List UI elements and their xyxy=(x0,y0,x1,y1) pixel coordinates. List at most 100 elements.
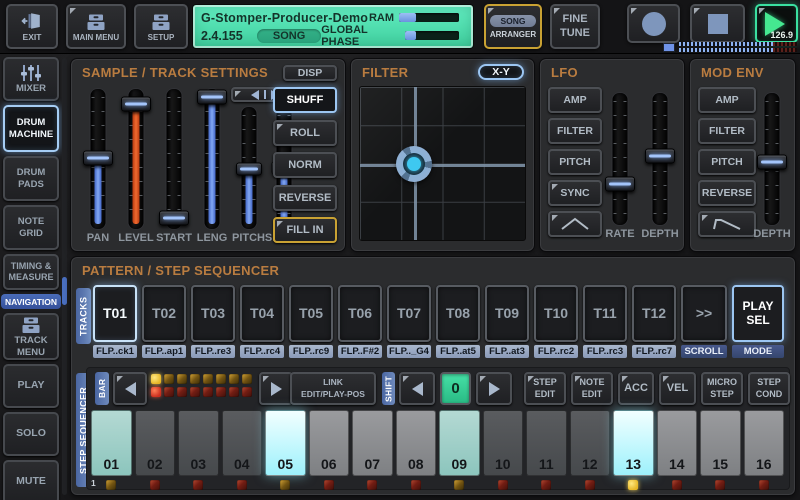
bar-led-flag[interactable] xyxy=(242,387,252,397)
sidebar-item-mute[interactable]: MUTE xyxy=(3,460,59,500)
shuff-button[interactable]: SHUFF xyxy=(273,87,337,113)
track-button-t08[interactable]: T08 xyxy=(436,285,480,342)
step-flag[interactable] xyxy=(367,480,377,490)
lfo-filter-button[interactable]: FILTER xyxy=(548,118,602,144)
step-flag[interactable] xyxy=(715,480,725,490)
step-14[interactable]: 14 xyxy=(657,410,698,476)
slider-handle[interactable] xyxy=(83,150,113,165)
slider-handle[interactable] xyxy=(197,90,227,105)
step-edit-button[interactable]: STEP EDIT xyxy=(524,372,566,405)
track-button-t05[interactable]: T05 xyxy=(289,285,333,342)
bar-led-flag[interactable] xyxy=(151,387,161,397)
step-cond-button[interactable]: STEP COND xyxy=(748,372,790,405)
bar-led-flag[interactable] xyxy=(190,374,200,384)
mod-env-pitch-button[interactable]: PITCH xyxy=(698,149,756,175)
step-13[interactable]: 13 xyxy=(613,410,654,476)
slider-start[interactable] xyxy=(155,89,193,229)
xy-cursor-puck[interactable] xyxy=(396,146,432,182)
bar-led-flag[interactable] xyxy=(151,374,161,384)
track-button-t10[interactable]: T10 xyxy=(534,285,578,342)
xy-mode-button[interactable]: X-Y xyxy=(478,64,524,80)
track-button-t09[interactable]: T09 xyxy=(485,285,529,342)
lfo-waveform-button[interactable] xyxy=(548,211,602,237)
play-sel-mode-button[interactable]: PLAYSEL xyxy=(732,285,784,342)
vel-button[interactable]: VEL xyxy=(659,372,696,405)
mod-env-filter-button[interactable]: FILTER xyxy=(698,118,756,144)
track-button-t02[interactable]: T02 xyxy=(142,285,186,342)
step-05[interactable]: 05 xyxy=(265,410,306,476)
slider-handle[interactable] xyxy=(645,149,675,164)
bar-prev-button[interactable] xyxy=(113,372,147,405)
step-flag[interactable] xyxy=(106,480,116,490)
step-flag[interactable] xyxy=(411,480,421,490)
step-04[interactable]: 04 xyxy=(222,410,263,476)
track-button-t07[interactable]: T07 xyxy=(387,285,431,342)
track-button-t11[interactable]: T11 xyxy=(583,285,627,342)
note-edit-button[interactable]: NOTE EDIT xyxy=(571,372,613,405)
step-flag[interactable] xyxy=(759,480,769,490)
bar-led-flag[interactable] xyxy=(229,387,239,397)
slider-leng[interactable] xyxy=(193,89,231,229)
step-flag[interactable] xyxy=(237,480,247,490)
step-flag[interactable] xyxy=(585,480,595,490)
slider-pitch[interactable] xyxy=(231,107,266,229)
norm-button[interactable]: NORM xyxy=(273,152,337,178)
bar-led-flag[interactable] xyxy=(190,387,200,397)
shift-left-button[interactable] xyxy=(399,372,435,405)
step-flag[interactable] xyxy=(541,480,551,490)
slider-handle[interactable] xyxy=(236,163,262,176)
sidebar-item-drum-pads[interactable]: DRUM PADS xyxy=(3,156,59,201)
slider-handle[interactable] xyxy=(121,97,151,112)
step-01[interactable]: 01 xyxy=(91,410,132,476)
step-flag[interactable] xyxy=(498,480,508,490)
step-flag[interactable] xyxy=(150,480,160,490)
sidebar-item-drum-machine[interactable]: DRUM MACHINE xyxy=(3,105,59,152)
step-09[interactable]: 09 xyxy=(439,410,480,476)
fine-tune-button[interactable]: FINE TUNE xyxy=(550,4,600,49)
tracks-scroll-button[interactable]: >> xyxy=(681,285,727,342)
exit-button[interactable]: EXIT xyxy=(6,4,58,49)
mod-env-amp-button[interactable]: AMP xyxy=(698,87,756,113)
step-07[interactable]: 07 xyxy=(352,410,393,476)
lfo-pitch-button[interactable]: PITCH xyxy=(548,149,602,175)
song-arranger-button[interactable]: SONG ARRANGER xyxy=(484,4,542,49)
main-menu-button[interactable]: MAIN MENU xyxy=(66,4,126,49)
track-button-t06[interactable]: T06 xyxy=(338,285,382,342)
slider-handle[interactable] xyxy=(605,177,635,192)
sidebar-item-solo[interactable]: SOLO xyxy=(3,412,59,456)
record-button[interactable] xyxy=(627,4,680,43)
track-button-t04[interactable]: T04 xyxy=(240,285,284,342)
bar-next-button[interactable] xyxy=(259,372,293,405)
slider-handle[interactable] xyxy=(757,154,787,169)
slider-rate[interactable] xyxy=(600,93,640,225)
step-02[interactable]: 02 xyxy=(135,410,176,476)
setup-button[interactable]: SETUP xyxy=(134,4,188,49)
slider-level[interactable] xyxy=(117,89,155,229)
step-03[interactable]: 03 xyxy=(178,410,219,476)
step-flag[interactable] xyxy=(628,480,638,490)
track-button-t12[interactable]: T12 xyxy=(632,285,676,342)
fill-in-button[interactable]: FILL IN xyxy=(273,217,337,243)
bar-led-flag[interactable] xyxy=(216,374,226,384)
bar-led-flag[interactable] xyxy=(164,387,174,397)
acc-button[interactable]: ACC xyxy=(618,372,654,405)
step-06[interactable]: 06 xyxy=(309,410,350,476)
sidebar-item-play[interactable]: PLAY xyxy=(3,364,59,408)
track-button-t03[interactable]: T03 xyxy=(191,285,235,342)
bar-led-flag[interactable] xyxy=(242,374,252,384)
micro-step-button[interactable]: MICRO STEP xyxy=(701,372,743,405)
slider-depth[interactable] xyxy=(640,93,680,225)
slider-handle[interactable] xyxy=(159,210,189,225)
play-button[interactable]: 126.9 xyxy=(755,4,798,43)
reverse-button[interactable]: REVERSE xyxy=(273,185,337,211)
slider-depth[interactable] xyxy=(752,93,792,225)
sidebar-scrollbar-thumb[interactable] xyxy=(62,277,67,305)
bar-led-flag[interactable] xyxy=(164,374,174,384)
step-flag[interactable] xyxy=(672,480,682,490)
bar-led-flag[interactable] xyxy=(177,387,187,397)
bar-led-flag[interactable] xyxy=(203,387,213,397)
lfo-amp-button[interactable]: AMP xyxy=(548,87,602,113)
step-08[interactable]: 08 xyxy=(396,410,437,476)
sidebar-item-track-menu[interactable]: TRACK MENU xyxy=(3,313,59,360)
bar-led-flag[interactable] xyxy=(229,374,239,384)
